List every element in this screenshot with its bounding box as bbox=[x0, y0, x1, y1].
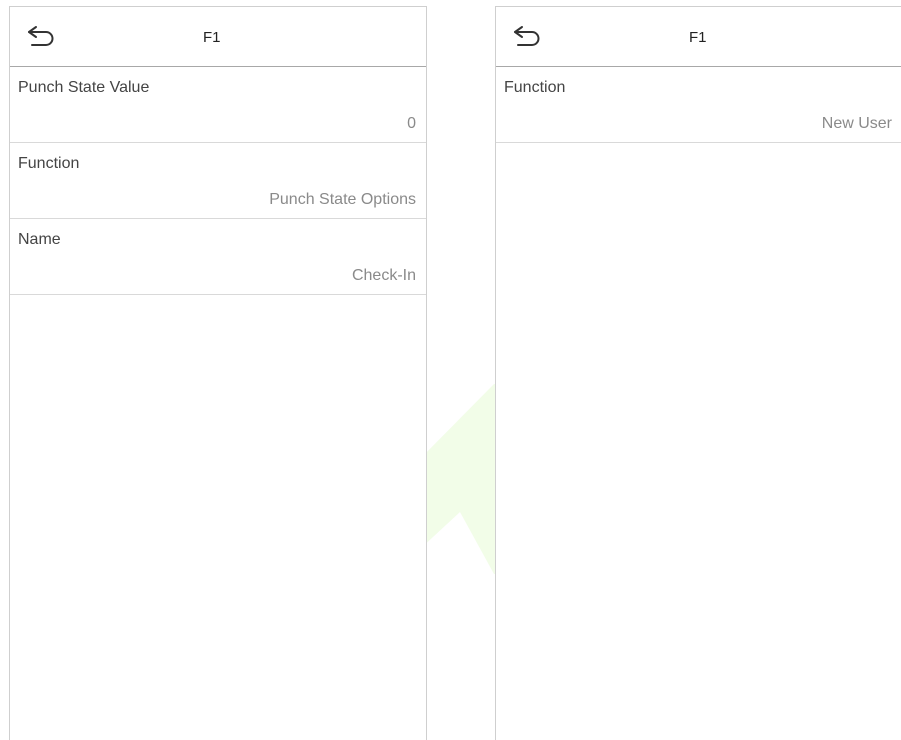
left-screen: F1 Punch State Value 0 Function Punch St… bbox=[9, 6, 427, 740]
right-back-button[interactable] bbox=[508, 21, 544, 53]
canvas: F1 Punch State Value 0 Function Punch St… bbox=[0, 0, 901, 740]
function-row[interactable]: Function Punch State Options bbox=[10, 143, 426, 219]
punch-state-value-label: Punch State Value bbox=[18, 79, 150, 96]
name-value: Check-In bbox=[351, 267, 416, 284]
name-row[interactable]: Name Check-In bbox=[10, 219, 426, 295]
right-page-title: F1 bbox=[689, 29, 707, 46]
name-label: Name bbox=[18, 231, 61, 248]
left-page-title: F1 bbox=[203, 29, 221, 46]
back-arrow-icon bbox=[28, 26, 54, 46]
function-label: Function bbox=[18, 155, 80, 172]
right-screen: F1 Function New User bbox=[495, 6, 901, 740]
punch-state-value-value: 0 bbox=[407, 115, 416, 132]
function-value: Punch State Options bbox=[269, 191, 416, 208]
function-row[interactable]: Function New User bbox=[496, 67, 901, 143]
left-back-button[interactable] bbox=[22, 21, 58, 53]
function-value: New User bbox=[821, 115, 892, 132]
function-label: Function bbox=[504, 79, 566, 96]
left-title-bar: F1 bbox=[10, 7, 426, 67]
arrow-watermark-icon bbox=[420, 384, 504, 574]
right-title-bar: F1 bbox=[496, 7, 901, 67]
punch-state-value-row[interactable]: Punch State Value 0 bbox=[10, 67, 426, 143]
back-arrow-icon bbox=[514, 26, 540, 46]
